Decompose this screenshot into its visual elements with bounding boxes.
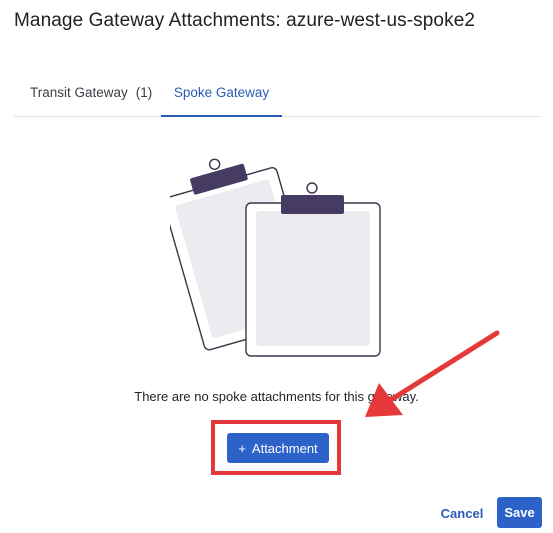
manage-gateway-attachments-dialog: Manage Gateway Attachments: azure-west-u… (0, 0, 553, 533)
tab-transit-gateway-count: (1) (135, 85, 153, 100)
tab-bar: Transit Gateway (1) Spoke Gateway (14, 70, 541, 117)
tab-spoke-gateway-label: Spoke Gateway (173, 85, 270, 100)
tab-spoke-gateway[interactable]: Spoke Gateway (161, 70, 282, 117)
save-button[interactable]: Save (497, 497, 542, 528)
tab-transit-gateway-label: Transit Gateway (30, 85, 128, 100)
cancel-button[interactable]: Cancel (434, 499, 490, 527)
plus-icon: + (238, 440, 246, 456)
tab-transit-gateway[interactable]: Transit Gateway (1) (14, 70, 160, 115)
clipboard-icon (170, 158, 381, 357)
dialog-title: Manage Gateway Attachments: azure-west-u… (14, 10, 476, 31)
add-attachment-button[interactable]: + Attachment (227, 433, 329, 463)
add-attachment-label: Attachment (251, 440, 318, 456)
empty-state-message: There are no spoke attachments for this … (134, 389, 419, 404)
